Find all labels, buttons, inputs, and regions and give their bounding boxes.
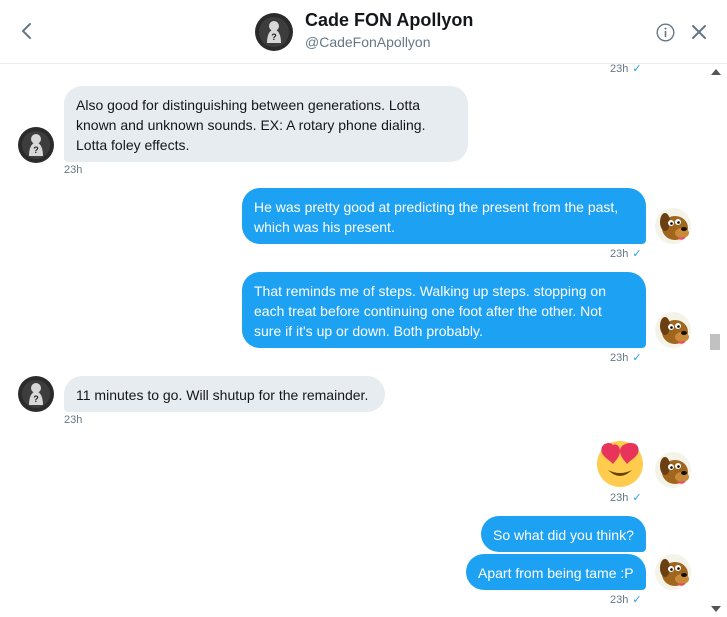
checkmark-icon: ✓: [632, 64, 642, 75]
avatar[interactable]: [655, 208, 691, 244]
contact-handle: @CadeFonApollyon: [305, 34, 431, 50]
message-timestamp: 23h: [64, 414, 83, 426]
message-timestamp: 23h: [64, 164, 83, 176]
message-text: each treat before continuing one foot af…: [254, 303, 602, 319]
message-timestamp: 23h ✓: [610, 64, 642, 75]
message-timestamp: 23h ✓: [610, 492, 642, 504]
message-text: Also good for distinguishing between gen…: [76, 97, 421, 113]
message-text: sure if it's up or down. Both probably.: [254, 323, 483, 339]
svg-text:?: ?: [33, 394, 39, 404]
message-timestamp: 23h ✓: [610, 594, 642, 606]
message-text: known and unknown sounds. EX: A rotary p…: [76, 117, 426, 133]
chevron-left-icon[interactable]: [16, 20, 38, 42]
contact-name: Cade FON Apollyon: [305, 10, 474, 30]
scrollbar[interactable]: [705, 64, 727, 617]
avatar[interactable]: ?: [255, 13, 293, 51]
scroll-down-arrow-icon[interactable]: [711, 606, 721, 612]
avatar[interactable]: [655, 554, 691, 590]
checkmark-icon: ✓: [632, 248, 642, 260]
svg-text:?: ?: [271, 32, 277, 42]
avatar[interactable]: ?: [18, 376, 54, 412]
message-bubble[interactable]: That reminds me of steps. Walking up ste…: [242, 272, 646, 348]
message-timestamp: 23h ✓: [610, 248, 642, 260]
svg-text:?: ?: [33, 145, 39, 155]
message-text: He was pretty good at predicting the pre…: [254, 199, 619, 215]
message-bubble[interactable]: Apart from being tame :P: [466, 554, 646, 590]
message-text: Lotta foley effects.: [76, 137, 190, 153]
message-text: Apart from being tame :P: [478, 565, 634, 581]
checkmark-icon: ✓: [632, 492, 642, 504]
message-text: 11 minutes to go. Will shutup for the re…: [76, 387, 369, 403]
message-bubble[interactable]: 11 minutes to go. Will shutup for the re…: [64, 376, 385, 412]
message-timestamp: 23h ✓: [610, 352, 642, 364]
scrollbar-thumb[interactable]: [710, 334, 720, 350]
message-thread[interactable]: 23h ✓ ? Also good for distinguishing betw…: [0, 64, 705, 617]
info-icon[interactable]: [656, 23, 675, 42]
message-bubble[interactable]: So what did you think?: [481, 516, 646, 552]
message-text: So what did you think?: [493, 527, 634, 543]
avatar[interactable]: [655, 312, 691, 348]
avatar[interactable]: [655, 452, 691, 488]
message-text: That reminds me of steps. Walking up ste…: [254, 283, 606, 299]
avatar[interactable]: ?: [18, 127, 54, 163]
conversation-header: ? Cade FON Apollyon @CadeFonApollyon: [0, 0, 727, 64]
heart-eyes-emoji[interactable]: [594, 436, 646, 488]
message-bubble[interactable]: Also good for distinguishing between gen…: [64, 86, 468, 162]
checkmark-icon: ✓: [632, 594, 642, 606]
close-icon[interactable]: [691, 24, 707, 40]
scroll-up-arrow-icon[interactable]: [711, 69, 721, 75]
checkmark-icon: ✓: [632, 352, 642, 364]
message-bubble[interactable]: He was pretty good at predicting the pre…: [242, 188, 646, 244]
message-text: which was his present.: [254, 219, 395, 235]
